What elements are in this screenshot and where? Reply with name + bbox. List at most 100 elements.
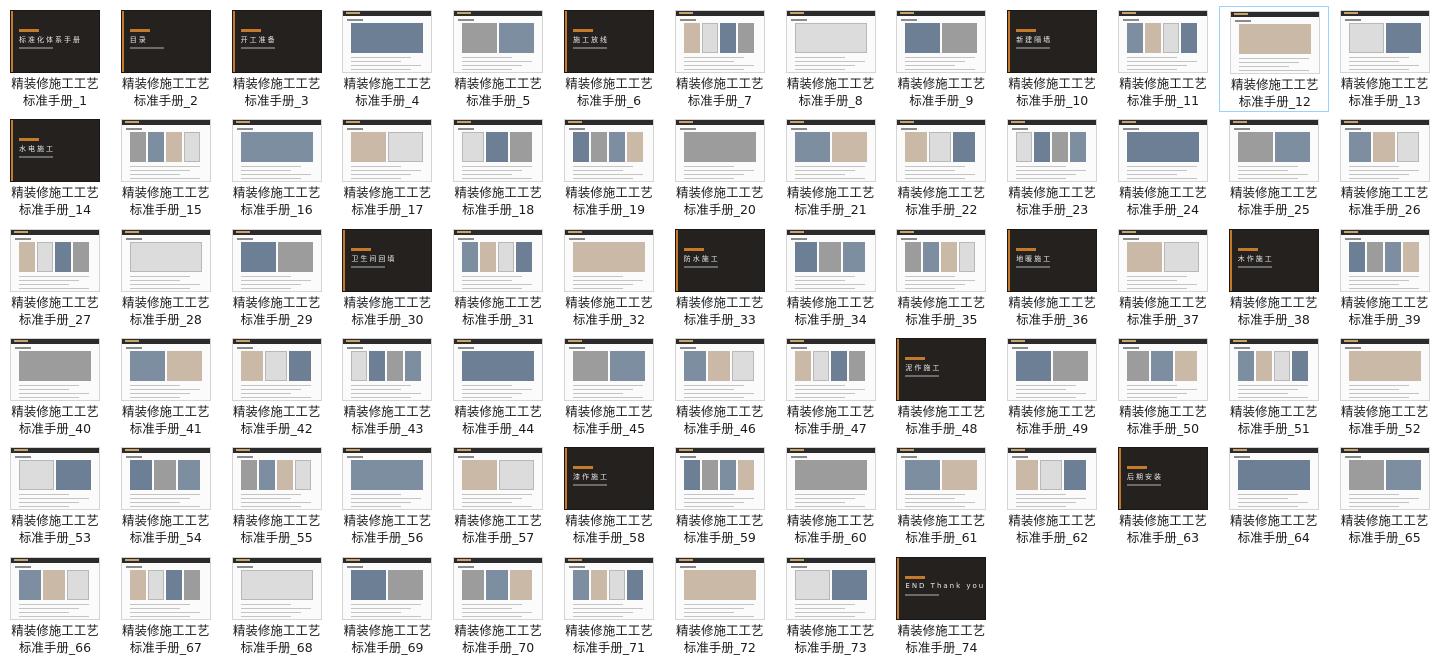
file-item[interactable]: 精装修施工工艺 标准手册_5	[443, 6, 553, 112]
file-item[interactable]: 精装修施工工艺 标准手册_67	[111, 553, 221, 659]
file-item[interactable]: 精装修施工工艺 标准手册_39	[1330, 225, 1440, 331]
file-item[interactable]: 精装修施工工艺 标准手册_51	[1219, 334, 1329, 440]
file-item[interactable]: 精装修施工工艺 标准手册_32	[554, 225, 664, 331]
file-item[interactable]: 施工放线 精装修施工工艺 标准手册_6	[554, 6, 664, 112]
file-item[interactable]: 精装修施工工艺 标准手册_57	[443, 443, 553, 549]
file-item[interactable]: 精装修施工工艺 标准手册_17	[332, 115, 442, 221]
file-item[interactable]: 开工准备 精装修施工工艺 标准手册_3	[222, 6, 332, 112]
slide-text-line	[1237, 170, 1288, 172]
file-item[interactable]: 标准化体系手册 精装修施工工艺 标准手册_1	[0, 6, 110, 112]
file-item[interactable]: 精装修施工工艺 标准手册_64	[1219, 443, 1329, 549]
file-item[interactable]: 精装修施工工艺 标准手册_12	[1218, 6, 1329, 112]
file-item[interactable]: 精装修施工工艺 标准手册_44	[443, 334, 553, 440]
slide-photo	[1348, 132, 1371, 163]
file-item[interactable]: 漆作施工 精装修施工工艺 标准手册_58	[554, 443, 664, 549]
file-item[interactable]: 精装修施工工艺 标准手册_9	[886, 6, 996, 112]
file-item[interactable]: 精装修施工工艺 标准手册_16	[222, 115, 332, 221]
file-item[interactable]: 精装修施工工艺 标准手册_11	[1108, 6, 1218, 112]
file-item[interactable]: 后期安装 精装修施工工艺 标准手册_63	[1108, 443, 1218, 549]
file-item[interactable]: 精装修施工工艺 标准手册_37	[1108, 225, 1218, 331]
file-item[interactable]: 精装修施工工艺 标准手册_71	[554, 553, 664, 659]
file-item[interactable]: 精装修施工工艺 标准手册_26	[1330, 115, 1440, 221]
file-item[interactable]: 卫生间回填 精装修施工工艺 标准手册_30	[332, 225, 442, 331]
file-item[interactable]: 精装修施工工艺 标准手册_62	[997, 443, 1107, 549]
file-item[interactable]: 精装修施工工艺 标准手册_54	[111, 443, 221, 549]
slide-heading	[458, 565, 475, 568]
file-item[interactable]: 精装修施工工艺 标准手册_24	[1108, 115, 1218, 221]
slide-heading	[1344, 456, 1361, 459]
file-item[interactable]: 精装修施工工艺 标准手册_18	[443, 115, 553, 221]
file-item[interactable]: 水电施工 精装修施工工艺 标准手册_14	[0, 115, 110, 221]
slide-heading	[1123, 237, 1139, 240]
file-item[interactable]: 防水施工 精装修施工工艺 标准手册_33	[665, 225, 775, 331]
file-name: 精装修施工工艺 标准手册_55	[222, 512, 332, 546]
file-name-line1: 精装修施工工艺	[676, 403, 764, 419]
file-item[interactable]: 精装修施工工艺 标准手册_22	[886, 115, 996, 221]
file-item[interactable]: 精装修施工工艺 标准手册_45	[554, 334, 664, 440]
file-item[interactable]: 地暖施工 精装修施工工艺 标准手册_36	[997, 225, 1107, 331]
slide-text-line	[573, 170, 623, 172]
file-name: 精装修施工工艺 标准手册_52	[1330, 403, 1440, 437]
slide-text-line	[351, 502, 412, 504]
file-item[interactable]: 精装修施工工艺 标准手册_56	[332, 443, 442, 549]
file-item[interactable]: 精装修施工工艺 标准手册_55	[222, 443, 332, 549]
slide-header-bar	[1340, 229, 1429, 235]
file-item[interactable]: 精装修施工工艺 标准手册_41	[111, 334, 221, 440]
file-item[interactable]: 精装修施工工艺 标准手册_53	[0, 443, 110, 549]
slide-text-line	[462, 287, 523, 289]
slide-photo	[351, 569, 387, 600]
file-item[interactable]: 精装修施工工艺 标准手册_40	[0, 334, 110, 440]
file-item[interactable]: 精装修施工工艺 标准手册_61	[886, 443, 996, 549]
slide-header-bar	[121, 338, 210, 344]
file-name: 精装修施工工艺 标准手册_67	[111, 622, 221, 656]
file-item[interactable]: 精装修施工工艺 标准手册_46	[665, 334, 775, 440]
file-item[interactable]: 精装修施工工艺 标准手册_20	[665, 115, 775, 221]
file-item[interactable]: 精装修施工工艺 标准手册_73	[776, 553, 886, 659]
slide-text-line	[794, 502, 845, 504]
file-item[interactable]: 泥作施工 精装修施工工艺 标准手册_48	[886, 334, 996, 440]
file-item[interactable]: 精装修施工工艺 标准手册_68	[222, 553, 332, 659]
file-item[interactable]: 精装修施工工艺 标准手册_66	[0, 553, 110, 659]
slide-text-line	[240, 174, 311, 176]
file-item[interactable]: 精装修施工工艺 标准手册_50	[1108, 334, 1218, 440]
file-item[interactable]: 新建隔墙 精装修施工工艺 标准手册_10	[997, 6, 1107, 112]
file-thumbnail	[1229, 11, 1320, 74]
file-item[interactable]: 精装修施工工艺 标准手册_4	[332, 6, 442, 112]
file-item[interactable]: 精装修施工工艺 标准手册_49	[997, 334, 1107, 440]
file-item[interactable]: END Thank you 精装修施工工艺 标准手册_74	[886, 553, 996, 659]
file-item[interactable]: 精装修施工工艺 标准手册_65	[1330, 443, 1440, 549]
file-item[interactable]: 木作施工 精装修施工工艺 标准手册_38	[1219, 225, 1329, 331]
slide-heading	[1344, 346, 1361, 349]
file-item[interactable]: 精装修施工工艺 标准手册_59	[665, 443, 775, 549]
slide-heading	[458, 456, 475, 459]
file-item[interactable]: 精装修施工工艺 标准手册_29	[222, 225, 332, 331]
file-item[interactable]: 精装修施工工艺 标准手册_35	[886, 225, 996, 331]
file-item[interactable]: 精装修施工工艺 标准手册_21	[776, 115, 886, 221]
file-name: 精装修施工工艺 标准手册_51	[1219, 403, 1329, 437]
file-item[interactable]: 精装修施工工艺 标准手册_47	[776, 334, 886, 440]
slide-text-line	[1348, 57, 1409, 58]
slide-heading	[236, 128, 253, 131]
slide-photo	[147, 569, 164, 600]
file-item[interactable]: 精装修施工工艺 标准手册_7	[665, 6, 775, 112]
file-item[interactable]: 精装修施工工艺 标准手册_60	[776, 443, 886, 549]
file-item[interactable]: 精装修施工工艺 标准手册_34	[776, 225, 886, 331]
file-item[interactable]: 精装修施工工艺 标准手册_42	[222, 334, 332, 440]
file-item[interactable]: 精装修施工工艺 标准手册_69	[332, 553, 442, 659]
file-item[interactable]: 精装修施工工艺 标准手册_8	[776, 6, 886, 112]
file-item[interactable]: 精装修施工工艺 标准手册_28	[111, 225, 221, 331]
file-item[interactable]: 精装修施工工艺 标准手册_25	[1219, 115, 1329, 221]
file-item[interactable]: 精装修施工工艺 标准手册_15	[111, 115, 221, 221]
file-item[interactable]: 精装修施工工艺 标准手册_23	[997, 115, 1107, 221]
file-item[interactable]: 精装修施工工艺 标准手册_70	[443, 553, 553, 659]
slide-text-line	[794, 384, 845, 386]
file-item[interactable]: 精装修施工工艺 标准手册_27	[0, 225, 110, 331]
file-item[interactable]: 目录 精装修施工工艺 标准手册_2	[111, 6, 221, 112]
file-item[interactable]: 精装修施工工艺 标准手册_72	[665, 553, 775, 659]
file-item[interactable]: 精装修施工工艺 标准手册_43	[332, 334, 442, 440]
file-item[interactable]: 精装修施工工艺 标准手册_13	[1330, 6, 1440, 112]
file-item[interactable]: 精装修施工工艺 标准手册_52	[1330, 334, 1440, 440]
file-name: 精装修施工工艺 标准手册_7	[665, 75, 775, 109]
file-item[interactable]: 精装修施工工艺 标准手册_19	[554, 115, 664, 221]
file-item[interactable]: 精装修施工工艺 标准手册_31	[443, 225, 553, 331]
